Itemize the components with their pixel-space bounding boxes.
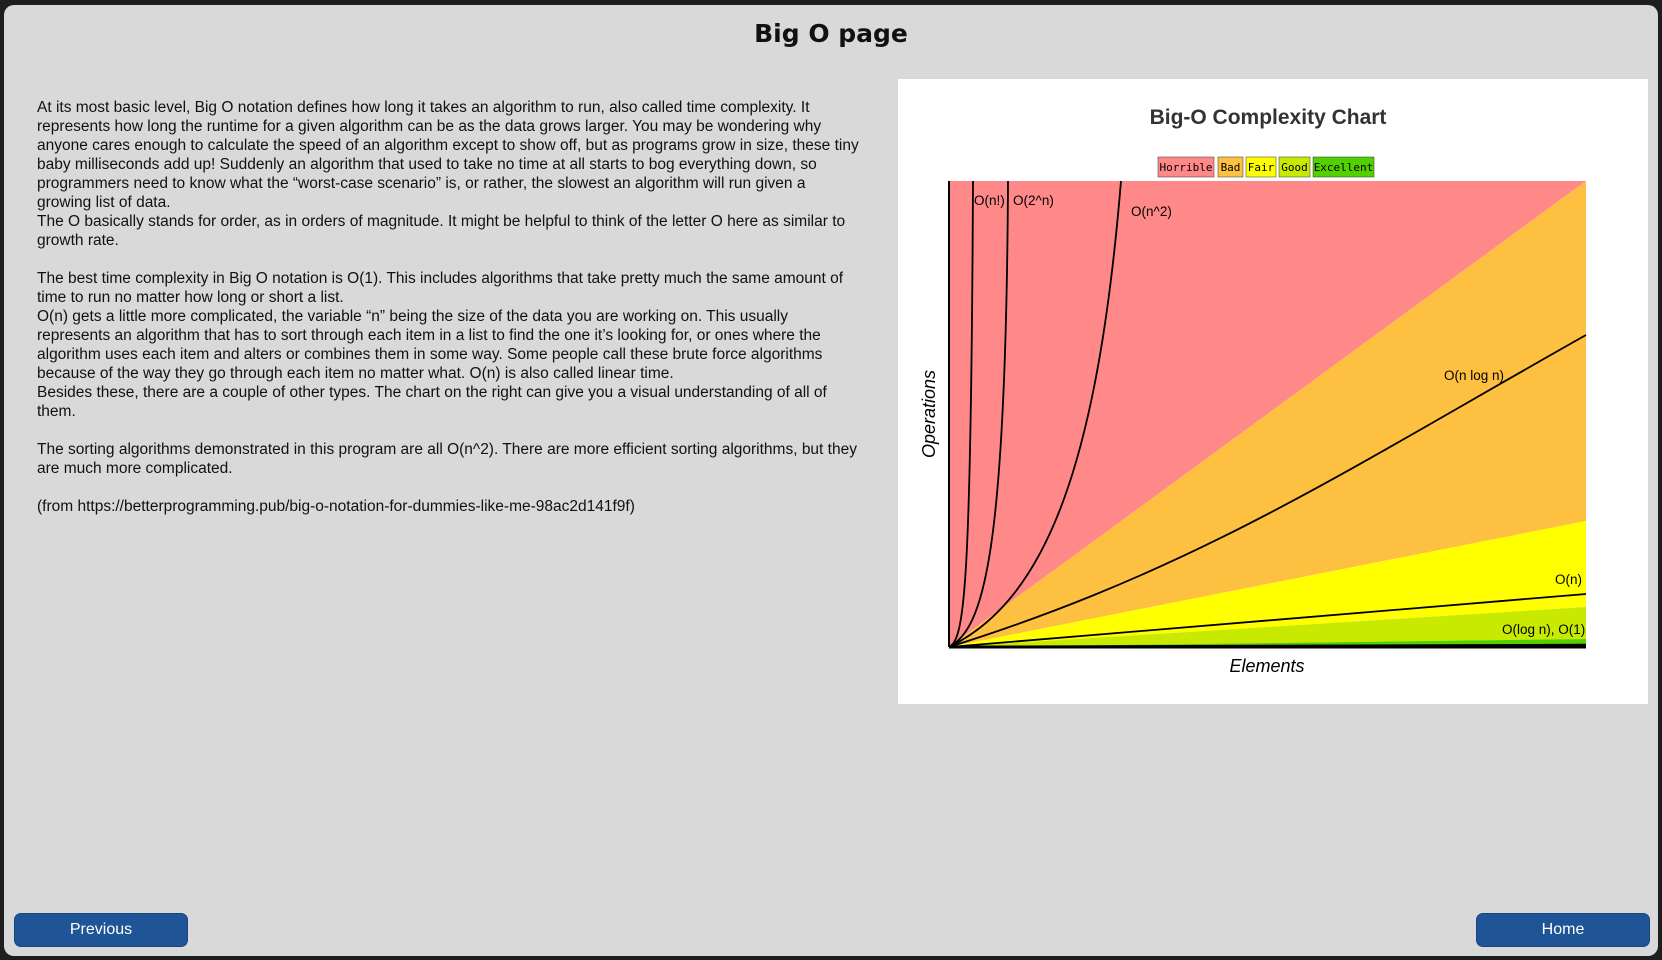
big-o-chart: Big-O Complexity Chart Horrible Bad Fair…	[919, 106, 1587, 676]
explanation-text: At its most basic level, Big O notation …	[37, 98, 859, 516]
paragraph-o1: The best time complexity in Big O notati…	[37, 270, 844, 306]
label-nlogn: O(n log n)	[1444, 368, 1504, 383]
x-axis-label: Elements	[1229, 656, 1304, 676]
paragraph-order: The O basically stands for order, as in …	[37, 213, 846, 249]
legend-horrible: Horrible	[1160, 161, 1213, 174]
legend-fair: Fair	[1248, 161, 1275, 174]
paragraph-others: Besides these, there are a couple of oth…	[37, 384, 827, 420]
paragraph-intro: At its most basic level, Big O notation …	[37, 99, 859, 211]
page-title: Big O page	[754, 19, 908, 48]
paragraph-on: O(n) gets a little more complicated, the…	[37, 308, 823, 382]
big-o-chart-image: Big-O Complexity Chart Horrible Bad Fair…	[898, 79, 1648, 704]
legend-bad: Bad	[1221, 161, 1241, 174]
label-quadratic: O(n^2)	[1131, 204, 1172, 219]
y-axis-label: Operations	[919, 370, 939, 458]
chart-legend: Horrible Bad Fair Good Excellent	[1157, 156, 1375, 178]
home-button[interactable]: Home	[1476, 913, 1650, 947]
label-exponential: O(2^n)	[1013, 193, 1054, 208]
paragraph-source: (from https://betterprogramming.pub/big-…	[37, 498, 635, 515]
paragraph-sorting: The sorting algorithms demonstrated in t…	[37, 441, 857, 477]
app-window: Big O page At its most basic level, Big …	[4, 5, 1658, 956]
label-linear: O(n)	[1555, 572, 1582, 587]
label-factorial: O(n!)	[974, 193, 1005, 208]
legend-excellent: Excellent	[1314, 161, 1374, 174]
chart-title: Big-O Complexity Chart	[1150, 106, 1387, 129]
legend-good: Good	[1281, 161, 1308, 174]
label-log-const: O(log n), O(1)	[1502, 622, 1585, 637]
previous-button[interactable]: Previous	[14, 913, 188, 947]
